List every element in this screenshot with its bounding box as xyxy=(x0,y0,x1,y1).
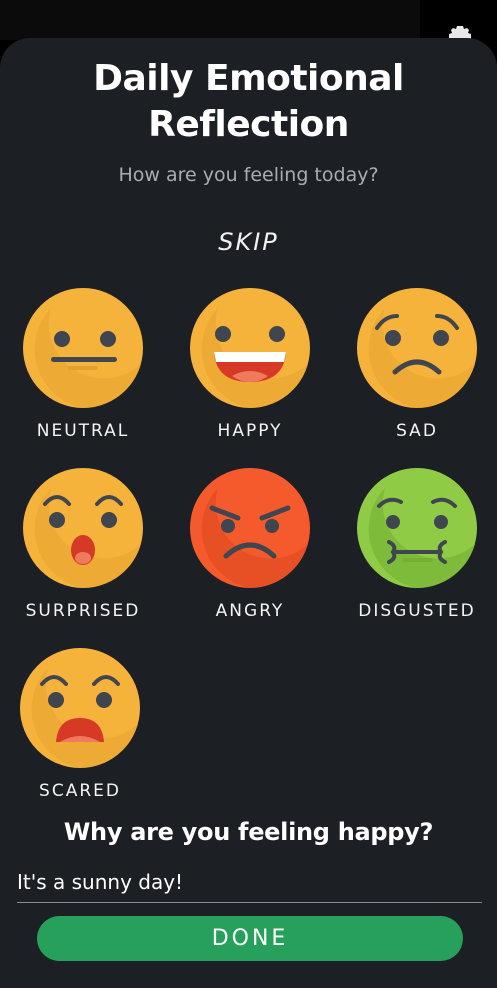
status-bar-strip xyxy=(0,0,420,40)
emotion-label: DISGUSTED xyxy=(358,601,476,621)
emotion-disgusted[interactable]: DISGUSTED xyxy=(337,466,497,621)
neutral-face-icon xyxy=(23,288,143,409)
emotion-surprised[interactable]: SURPRISED xyxy=(3,466,163,621)
reason-question: Why are you feeling happy? xyxy=(63,818,434,846)
angry-face-icon xyxy=(190,468,310,589)
emotion-label: NEUTRAL xyxy=(36,421,130,441)
status-bar xyxy=(0,0,497,46)
sad-face-icon xyxy=(357,288,477,409)
emotion-label: SURPRISED xyxy=(25,601,141,621)
surprised-face-icon xyxy=(23,468,143,589)
emotion-neutral[interactable]: NEUTRAL xyxy=(3,286,163,441)
disgusted-face-icon xyxy=(357,468,477,589)
happy-face-icon xyxy=(190,288,310,409)
emotion-label: ANGRY xyxy=(215,601,285,621)
emotion-label: SAD xyxy=(396,421,438,441)
title-line-2: Reflection xyxy=(148,104,349,145)
emotion-angry[interactable]: ANGRY xyxy=(170,466,330,621)
page-subtitle: How are you feeling today? xyxy=(118,164,379,186)
reflection-sheet: Daily Emotional Reflection How are you f… xyxy=(0,38,497,988)
reason-input[interactable] xyxy=(17,866,482,903)
scared-face-icon xyxy=(20,648,140,769)
emotion-scared[interactable]: SCARED xyxy=(0,646,160,801)
skip-button[interactable]: SKIP xyxy=(0,228,497,256)
emotion-happy[interactable]: HAPPY xyxy=(170,286,330,441)
emotion-label: HAPPY xyxy=(217,421,283,441)
emotion-sad[interactable]: SAD xyxy=(337,286,497,441)
done-button[interactable]: DONE xyxy=(37,916,463,961)
title-line-1: Daily Emotional xyxy=(93,58,404,99)
page-title: Daily Emotional Reflection xyxy=(0,56,497,148)
emotion-label: SCARED xyxy=(39,781,121,801)
